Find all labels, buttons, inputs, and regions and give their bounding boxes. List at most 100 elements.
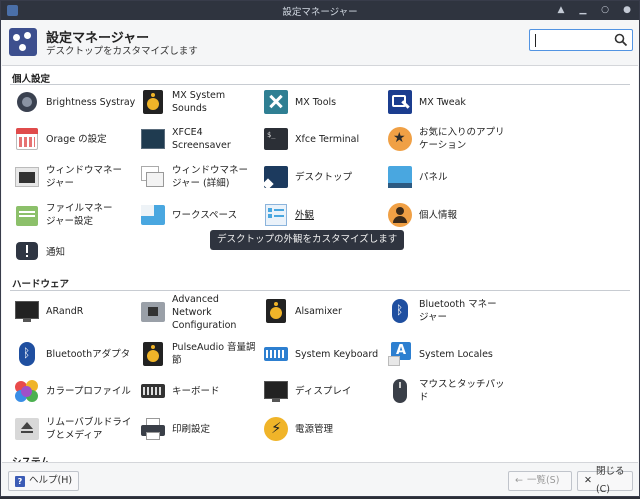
item-label: 外観	[295, 209, 315, 221]
item-advanced-network-configuration[interactable]: Advanced Network Configuration	[140, 292, 262, 332]
shade-icon[interactable]: ▲	[555, 4, 567, 16]
item-label: ディスプレイ	[295, 385, 352, 397]
help-label: ヘルプ(H)	[29, 475, 73, 486]
help-icon: ?	[15, 475, 25, 487]
close-button[interactable]: ✕ 閉じる(C)	[577, 466, 633, 495]
locale-icon: A	[387, 341, 413, 367]
item-file-manager-settings[interactable]: ファイルマネー ジャー設定	[14, 198, 136, 232]
text-cursor	[535, 34, 536, 47]
item-label: ウィンドウマネー ジャー (詳細)	[172, 165, 249, 189]
speaker-icon	[140, 89, 166, 115]
terminal-icon: $_	[263, 126, 289, 152]
item-label: 個人情報	[419, 209, 458, 221]
item-removable-drives[interactable]: リムーバブルドライ ブとメディア	[14, 412, 136, 446]
speaker-icon	[140, 341, 166, 367]
folder-settings-icon	[14, 202, 40, 228]
color-profile-icon	[14, 378, 40, 404]
item-label: 印刷設定	[172, 423, 211, 435]
search-input[interactable]	[529, 29, 633, 51]
item-printing-settings[interactable]: 印刷設定	[140, 412, 262, 446]
item-label: ウィンドウマネー ジャー	[46, 165, 123, 189]
item-label: デスクトップ	[295, 171, 353, 183]
item-mx-tools[interactable]: MX Tools	[263, 85, 385, 119]
item-display[interactable]: ディスプレイ	[263, 374, 385, 408]
bluetooth-icon: ᛒ	[14, 341, 40, 367]
item-mx-tweak[interactable]: MX Tweak	[387, 85, 509, 119]
item-label: Bluetoothアダプタ	[46, 348, 131, 360]
back-arrow-icon: ←	[515, 475, 523, 486]
maximize-icon[interactable]: ○	[599, 4, 611, 16]
printer-icon	[140, 416, 166, 442]
item-orage-settings[interactable]: Orage の設定	[14, 122, 136, 156]
item-label: ファイルマネー ジャー設定	[46, 203, 113, 227]
keyboard-icon	[263, 341, 289, 367]
window-manager-tweaks-icon	[140, 164, 166, 190]
item-bluetooth-adapter[interactable]: ᛒ Bluetoothアダプタ	[14, 337, 136, 371]
item-system-keyboard[interactable]: System Keyboard	[263, 337, 385, 371]
help-button[interactable]: ? ヘルプ(H)	[8, 471, 80, 491]
item-label: Alsamixer	[295, 305, 342, 317]
display-icon	[263, 378, 289, 404]
appearance-icon	[263, 202, 289, 228]
keyboard-icon	[140, 378, 166, 404]
title-bar[interactable]: 設定マネージャー ▲ ▁ ○ ●	[1, 1, 639, 20]
item-window-manager-tweaks[interactable]: ウィンドウマネー ジャー (詳細)	[140, 160, 262, 194]
item-label: お気に入りのアプリ ケーション	[419, 127, 505, 151]
network-icon	[140, 299, 166, 325]
item-label: リムーバブルドライ ブとメディア	[46, 417, 132, 441]
item-personal-info[interactable]: 個人情報	[387, 198, 509, 232]
search-icon	[614, 33, 628, 47]
item-desktop[interactable]: デスクトップ	[262, 160, 385, 194]
show-all-label: 一覧(S)	[526, 475, 560, 486]
item-xfce4-screensaver[interactable]: XFCE4 Screensaver	[140, 122, 262, 156]
appearance-tooltip: デスクトップの外観をカスタマイズします	[210, 230, 405, 250]
item-brightness-systray[interactable]: Brightness Systray	[14, 85, 136, 119]
item-label: Orage の設定	[46, 133, 107, 145]
item-panel[interactable]: パネル	[387, 160, 509, 194]
item-arandr[interactable]: ARandR	[14, 294, 136, 328]
item-favorite-applications[interactable]: ★ お気に入りのアプリ ケーション	[387, 122, 509, 156]
notification-icon	[14, 239, 40, 265]
item-bluetooth-manager[interactable]: ᛒ Bluetooth マネー ジャー	[387, 294, 509, 328]
desktop-icon	[262, 164, 289, 190]
item-alsamixer[interactable]: Alsamixer	[263, 294, 385, 328]
show-all-button[interactable]: ← 一覧(S)	[508, 471, 572, 491]
workspaces-icon	[140, 202, 166, 228]
display-arandr-icon	[14, 298, 40, 324]
star-icon: ★	[387, 126, 413, 152]
panel-icon	[387, 164, 413, 190]
item-label: PulseAudio 音量調節	[172, 342, 256, 366]
item-label: Brightness Systray	[46, 96, 136, 108]
user-icon	[387, 202, 413, 228]
item-label: Advanced Network Configuration	[172, 293, 237, 331]
settings-list[interactable]: 個人設定 Brightness Systray MX System Sounds	[2, 65, 638, 463]
item-system-locales[interactable]: A System Locales	[387, 337, 509, 371]
item-pulseaudio-volume[interactable]: PulseAudio 音量調節	[140, 337, 262, 371]
power-icon: ⚡	[263, 416, 289, 442]
item-label: Bluetooth マネー ジャー	[419, 299, 497, 323]
minimize-icon[interactable]: ▁	[577, 4, 589, 16]
tools-icon	[263, 89, 289, 115]
item-label: ARandR	[46, 305, 84, 317]
section-divider	[10, 290, 630, 291]
item-notifications[interactable]: 通知	[14, 235, 136, 269]
item-mouse-touchpad[interactable]: マウスとタッチパッド	[387, 374, 509, 408]
item-workspaces[interactable]: ワークスペース	[140, 198, 262, 232]
item-label: MX Tweak	[419, 96, 466, 108]
item-mx-system-sounds[interactable]: MX System Sounds	[140, 85, 262, 119]
bluetooth-icon: ᛒ	[387, 298, 413, 324]
screensaver-icon	[140, 126, 166, 152]
item-appearance[interactable]: 外観	[263, 198, 385, 232]
item-color-profiles[interactable]: カラープロファイル	[14, 374, 136, 408]
item-window-manager[interactable]: ウィンドウマネー ジャー	[14, 160, 136, 194]
item-keyboard[interactable]: キーボード	[140, 374, 262, 408]
item-label: カラープロファイル	[46, 385, 131, 397]
section-personal-title: 個人設定	[12, 74, 51, 85]
close-icon[interactable]: ●	[621, 4, 633, 16]
eject-icon	[14, 416, 40, 442]
item-xfce-terminal[interactable]: $_ Xfce Terminal	[263, 122, 385, 156]
item-power-manager[interactable]: ⚡ 電源管理	[263, 412, 385, 446]
footer: ? ヘルプ(H) ← 一覧(S) ✕ 閉じる(C)	[1, 464, 639, 496]
mouse-icon	[387, 378, 413, 404]
item-label: System Keyboard	[295, 348, 379, 360]
